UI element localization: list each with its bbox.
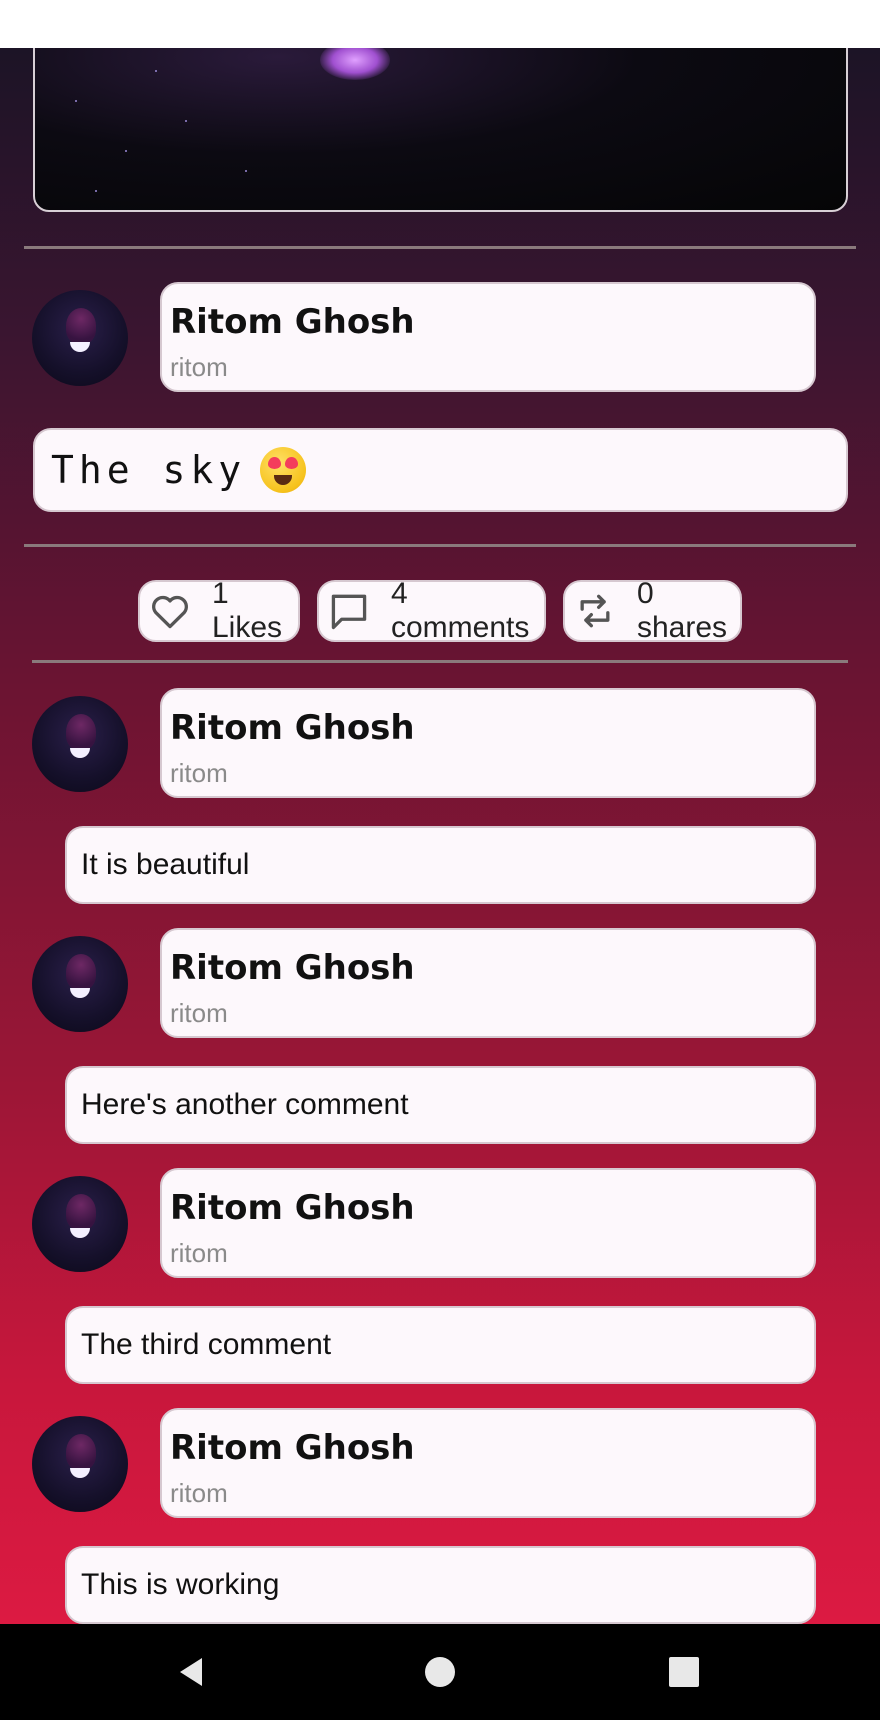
- image-star: [185, 120, 187, 122]
- image-star: [125, 150, 127, 152]
- comment-text: This is working: [65, 1546, 816, 1624]
- avatar-smile: [70, 988, 90, 998]
- comment-author-handle: ritom: [170, 1238, 228, 1268]
- image-star: [95, 190, 97, 192]
- comments-button[interactable]: 4 comments: [317, 577, 546, 644]
- avatar[interactable]: [32, 290, 128, 386]
- post-image[interactable]: [33, 48, 848, 212]
- divider: [24, 544, 856, 547]
- avatar-hair: [66, 1194, 96, 1230]
- divider: [32, 660, 848, 663]
- avatar-hair: [66, 1434, 96, 1470]
- caption-text: The sky: [51, 448, 247, 492]
- heart-eyes-emoji-icon: [260, 447, 307, 493]
- repost-icon: [573, 589, 617, 633]
- comment-author-handle: ritom: [170, 758, 228, 788]
- comment-author-name: Ritom Ghosh: [170, 948, 415, 988]
- avatar-smile: [70, 1468, 90, 1478]
- comment-author-handle: ritom: [170, 1478, 228, 1508]
- shares-button[interactable]: 0 shares: [563, 577, 742, 644]
- home-circle-icon[interactable]: [416, 1648, 464, 1696]
- avatar-hair: [66, 308, 96, 344]
- post-author-card[interactable]: Ritom Ghosh ritom: [160, 282, 816, 392]
- divider: [24, 246, 856, 249]
- avatar[interactable]: [32, 1176, 128, 1272]
- recents-square-icon[interactable]: [660, 1648, 708, 1696]
- avatar-smile: [70, 1228, 90, 1238]
- avatar-smile: [70, 748, 90, 758]
- heart-icon: [148, 589, 192, 633]
- author-name: Ritom Ghosh: [170, 302, 415, 342]
- comments-count: 4 comments: [391, 577, 530, 644]
- author-handle: ritom: [170, 352, 228, 382]
- comment-author-card[interactable]: Ritom Ghosh ritom: [160, 928, 816, 1038]
- comment-author-handle: ritom: [170, 998, 228, 1028]
- comment-author-card[interactable]: Ritom Ghosh ritom: [160, 1168, 816, 1278]
- avatar-smile: [70, 342, 90, 352]
- comment-icon: [327, 589, 371, 633]
- post-detail-screen: Ritom Ghosh ritom The sky 1 Likes 4 comm…: [0, 48, 880, 1624]
- avatar[interactable]: [32, 696, 128, 792]
- post-caption: The sky: [33, 428, 848, 512]
- shares-count: 0 shares: [637, 577, 728, 644]
- comment-text: Here's another comment: [65, 1066, 816, 1144]
- comment-text: It is beautiful: [65, 826, 816, 904]
- image-star: [75, 100, 77, 102]
- image-star: [155, 70, 157, 72]
- comment-author-name: Ritom Ghosh: [170, 1188, 415, 1228]
- avatar-hair: [66, 714, 96, 750]
- likes-button[interactable]: 1 Likes: [138, 577, 300, 644]
- image-glow: [320, 48, 390, 80]
- back-triangle-icon[interactable]: [168, 1648, 216, 1696]
- comment-author-name: Ritom Ghosh: [170, 708, 415, 748]
- status-bar: [0, 0, 880, 48]
- comment-text: The third comment: [65, 1306, 816, 1384]
- system-nav-bar: [0, 1624, 880, 1720]
- avatar[interactable]: [32, 936, 128, 1032]
- comment-author-card[interactable]: Ritom Ghosh ritom: [160, 688, 816, 798]
- comment-author-card[interactable]: Ritom Ghosh ritom: [160, 1408, 816, 1518]
- comment-author-name: Ritom Ghosh: [170, 1428, 415, 1468]
- avatar-hair: [66, 954, 96, 990]
- image-star: [245, 170, 247, 172]
- likes-count: 1 Likes: [212, 577, 283, 644]
- avatar[interactable]: [32, 1416, 128, 1512]
